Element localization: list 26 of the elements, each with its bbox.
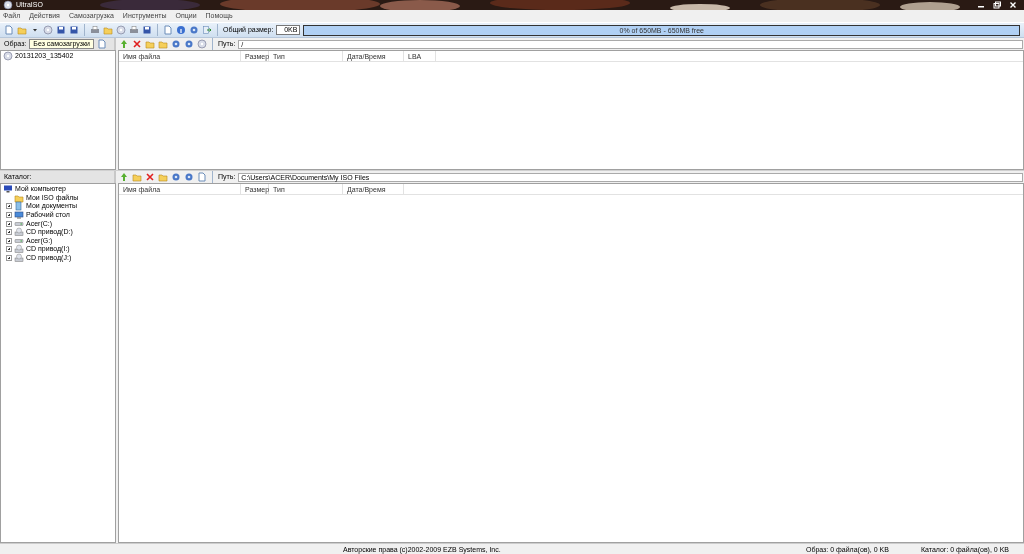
restore-button[interactable] — [990, 0, 1004, 9]
exit-icon[interactable] — [202, 25, 212, 35]
computer-icon — [3, 184, 13, 195]
restore-icon — [992, 0, 1002, 10]
up-arrow-icon[interactable] — [119, 39, 129, 49]
documents-icon — [14, 201, 24, 212]
floppy-icon[interactable] — [69, 25, 79, 35]
disc-icon[interactable] — [197, 39, 207, 49]
cd-drive-icon — [14, 227, 24, 238]
floppy-icon[interactable] — [142, 25, 152, 35]
printer-icon[interactable] — [90, 25, 100, 35]
delete-icon[interactable] — [132, 39, 142, 49]
info-icon[interactable] — [176, 25, 186, 35]
cd-drive-icon — [14, 244, 24, 255]
document-icon[interactable] — [4, 25, 14, 35]
disc-icon — [3, 0, 13, 10]
monitor-icon — [14, 210, 24, 221]
disc-icon[interactable] — [116, 25, 126, 35]
cd-drive-icon — [14, 253, 24, 264]
folder-icon — [14, 192, 24, 203]
floppy-icon[interactable] — [56, 25, 66, 35]
up-arrow-icon[interactable] — [119, 172, 129, 182]
delete-icon[interactable] — [145, 172, 155, 182]
close-icon — [1008, 0, 1018, 10]
printer-icon[interactable] — [129, 25, 139, 35]
document-icon[interactable] — [163, 25, 173, 35]
